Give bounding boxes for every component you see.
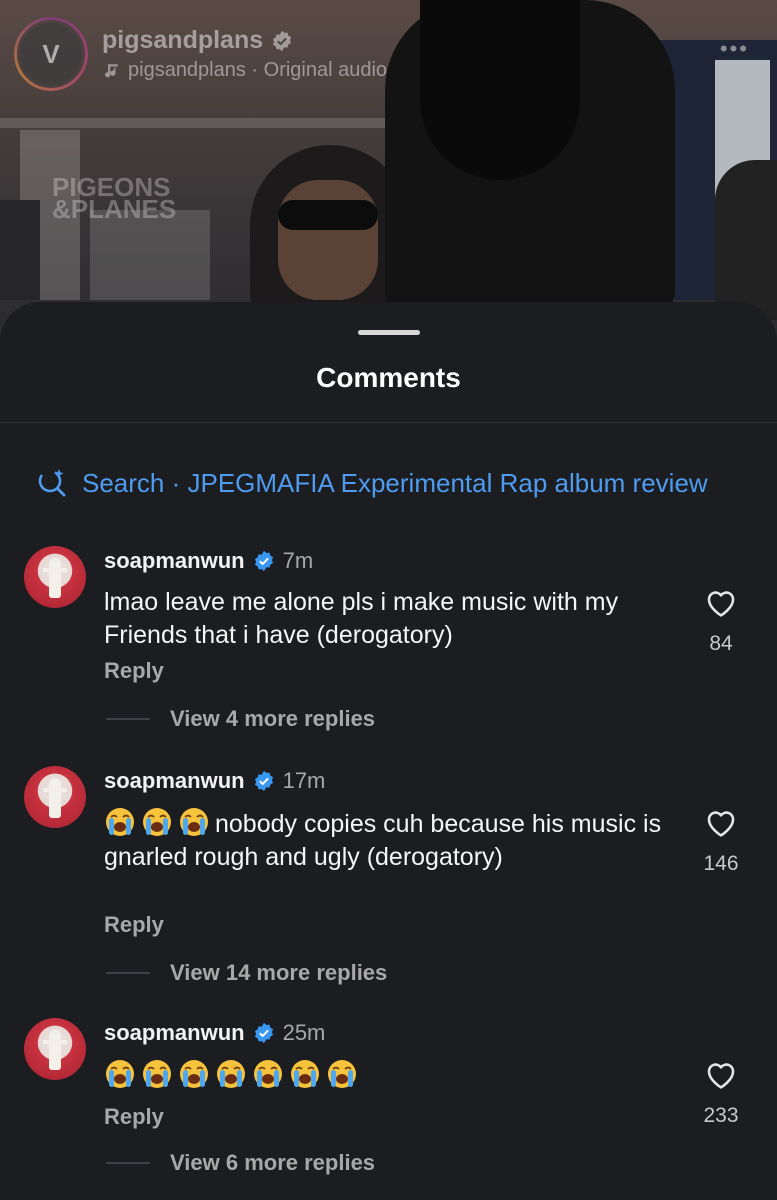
reel-header-text: pigsandplans pigsandplans · Original aud… bbox=[102, 26, 387, 82]
verified-badge-icon bbox=[273, 30, 292, 51]
reels-comments-screen: PIGEONS &PLANES V pigsandplans pigsandpl… bbox=[0, 0, 777, 1200]
more-horizontal-icon[interactable]: ••• bbox=[720, 36, 749, 62]
loudly-crying-face-emoji bbox=[217, 1060, 245, 1088]
like-control: 233 bbox=[690, 1058, 752, 1128]
view-replies-button[interactable]: View 14 more replies bbox=[106, 960, 387, 986]
comment-item: soapmanwun 7m lmao leave me alone pls i … bbox=[0, 546, 777, 736]
hood-shadow bbox=[420, 0, 580, 180]
drag-handle[interactable] bbox=[358, 330, 420, 335]
like-control: 84 bbox=[690, 586, 752, 656]
view-replies-label[interactable]: View 6 more replies bbox=[170, 1150, 375, 1176]
music-note-icon bbox=[105, 63, 118, 77]
loudly-crying-face-emoji bbox=[143, 808, 171, 836]
loudly-crying-face-emoji bbox=[328, 1060, 356, 1088]
loudly-crying-face-emoji bbox=[291, 1060, 319, 1088]
avatar-initial: V bbox=[42, 38, 60, 69]
loudly-crying-face-emoji bbox=[254, 1060, 282, 1088]
like-count: 233 bbox=[703, 1104, 739, 1127]
comment-text bbox=[104, 1058, 664, 1093]
account-name-row[interactable]: pigsandplans bbox=[102, 26, 387, 55]
comment-username[interactable]: soapmanwun bbox=[104, 548, 245, 574]
reel-header: V pigsandplans pigsandplans · Original a… bbox=[14, 14, 387, 94]
account-name[interactable]: pigsandplans bbox=[102, 26, 263, 55]
comment-username[interactable]: soapmanwun bbox=[104, 768, 245, 794]
comment-header: soapmanwun 17m bbox=[104, 768, 325, 794]
verified-badge-icon bbox=[254, 770, 273, 792]
heart-icon[interactable] bbox=[704, 586, 738, 618]
verified-badge-icon bbox=[254, 1022, 273, 1044]
commenter-avatar[interactable] bbox=[24, 766, 86, 828]
comment-text: lmao leave me alone pls i make music wit… bbox=[104, 586, 664, 652]
loudly-crying-face-emoji bbox=[106, 1060, 134, 1088]
loudly-crying-face-emoji bbox=[180, 808, 208, 836]
watermark-logo: PIGEONS &PLANES bbox=[52, 172, 177, 224]
account-avatar-ring[interactable]: V bbox=[14, 17, 88, 91]
thread-line bbox=[106, 718, 150, 720]
emoji-group bbox=[104, 1060, 363, 1090]
comment-item: soapmanwun 25m Reply View 6 more replies bbox=[0, 1018, 777, 1198]
emoji-group bbox=[104, 808, 215, 838]
view-replies-label[interactable]: View 4 more replies bbox=[170, 706, 375, 732]
header-divider bbox=[0, 422, 777, 423]
reply-button[interactable]: Reply bbox=[104, 1104, 164, 1130]
like-control: 146 bbox=[690, 806, 752, 876]
view-replies-button[interactable]: View 6 more replies bbox=[106, 1150, 375, 1176]
reply-button[interactable]: Reply bbox=[104, 912, 164, 938]
thread-line bbox=[106, 1162, 150, 1164]
commenter-avatar[interactable] bbox=[24, 1018, 86, 1080]
comment-text: nobody copies cuh because his music is g… bbox=[104, 806, 664, 874]
commenter-avatar[interactable] bbox=[24, 546, 86, 608]
heart-icon[interactable] bbox=[704, 1058, 738, 1090]
search-suggestion-text[interactable]: Search · JPEGMAFIA Experimental Rap albu… bbox=[82, 468, 708, 499]
reel-video-background[interactable]: PIGEONS &PLANES V pigsandplans pigsandpl… bbox=[0, 0, 777, 340]
comment-username[interactable]: soapmanwun bbox=[104, 1020, 245, 1046]
comment-header: soapmanwun 25m bbox=[104, 1020, 325, 1046]
audio-row[interactable]: pigsandplans · Original audio bbox=[102, 59, 387, 82]
sunglasses bbox=[278, 200, 378, 230]
like-count: 84 bbox=[709, 632, 733, 655]
comment-body: lmao leave me alone pls i make music wit… bbox=[104, 588, 619, 649]
person-face-left bbox=[278, 180, 378, 300]
reply-button[interactable]: Reply bbox=[104, 658, 164, 684]
audio-label[interactable]: pigsandplans · Original audio bbox=[128, 59, 387, 82]
loudly-crying-face-emoji bbox=[106, 808, 134, 836]
person-silhouette-right bbox=[715, 160, 777, 320]
account-avatar[interactable]: V bbox=[17, 20, 85, 88]
comment-header: soapmanwun 7m bbox=[104, 548, 313, 574]
heart-icon[interactable] bbox=[704, 806, 738, 838]
view-replies-label[interactable]: View 14 more replies bbox=[170, 960, 387, 986]
ai-search-icon bbox=[38, 469, 66, 497]
loudly-crying-face-emoji bbox=[143, 1060, 171, 1088]
verified-badge-icon bbox=[254, 550, 273, 572]
comment-timestamp: 25m bbox=[282, 1020, 326, 1045]
comment-timestamp: 7m bbox=[282, 548, 314, 573]
comment-timestamp: 17m bbox=[282, 768, 326, 793]
loudly-crying-face-emoji bbox=[180, 1060, 208, 1088]
sheet-title: Comments bbox=[316, 362, 461, 393]
search-suggestion[interactable]: Search · JPEGMAFIA Experimental Rap albu… bbox=[36, 466, 708, 500]
comments-sheet: Comments Search · JPEGMAFIA Experimental… bbox=[0, 302, 777, 1200]
comment-item: soapmanwun 17m nobody copies cuh because… bbox=[0, 766, 777, 996]
like-count: 146 bbox=[703, 852, 739, 875]
thread-line bbox=[106, 972, 150, 974]
view-replies-button[interactable]: View 4 more replies bbox=[106, 706, 375, 732]
